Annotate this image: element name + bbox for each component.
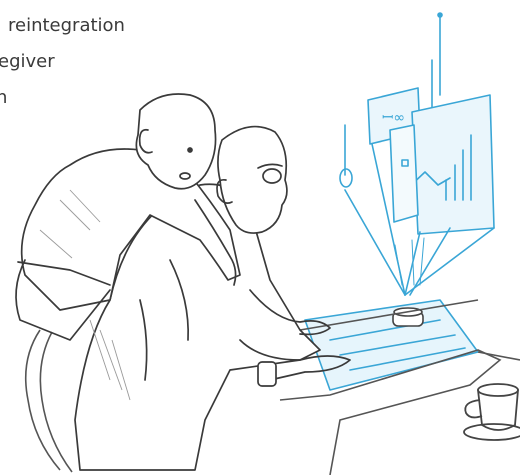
hologram-main-panel [411,94,495,235]
antenna-dot [437,12,443,18]
coffee-cup [463,383,520,441]
hologram-ring-icon [339,168,353,188]
sketch-illustration: ꟷ∞ [15,12,520,475]
hologram-projection: ꟷ∞ [304,12,495,391]
illustration-canvas: reintegration egiver n ꟷ∞ [0,0,520,475]
watch-icon [257,361,277,387]
svg-text:ꟷ∞: ꟷ∞ [382,110,405,126]
chair [24,329,73,473]
